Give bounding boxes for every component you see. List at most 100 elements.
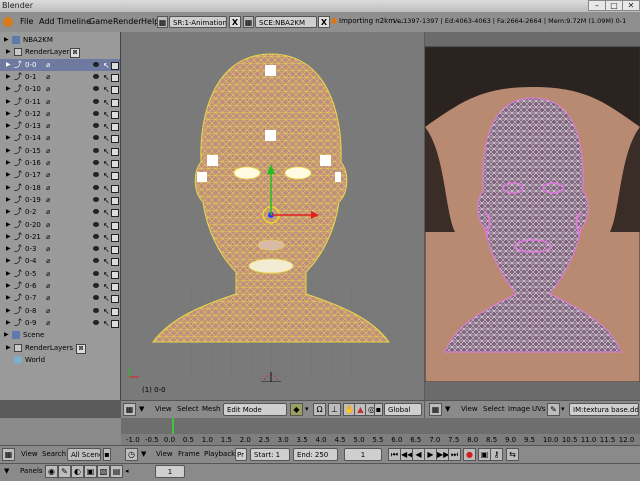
selectable-arrow-icon[interactable]: ↖ [103, 97, 110, 109]
mesh-data-icon[interactable]: ⌀ [46, 169, 50, 181]
mesh-data-icon[interactable]: ⌀ [46, 305, 50, 317]
visibility-eye-icon[interactable] [93, 73, 99, 79]
expand-triangle-icon[interactable]: ▶ [6, 280, 11, 292]
outliner-search-menu[interactable]: Search [42, 450, 66, 458]
mesh-data-icon[interactable]: ⌀ [46, 317, 50, 329]
outliner-object-row[interactable]: ▶ ⤴ 0-2 ⌀ ↖ [0, 206, 120, 218]
selectable-arrow-icon[interactable]: ↖ [103, 244, 110, 256]
scene-delete-button[interactable]: X [318, 16, 330, 28]
render-layer-toggle-icon[interactable]: ⊠ [76, 343, 86, 354]
selectable-arrow-icon[interactable]: ↖ [103, 269, 110, 281]
mesh-data-icon[interactable]: ⌀ [46, 182, 50, 194]
scene-browse-icon[interactable]: ▦ [243, 16, 254, 28]
selectable-arrow-icon[interactable]: ↖ [103, 84, 110, 96]
selectable-arrow-icon[interactable]: ↖ [103, 72, 110, 84]
expand-triangle-icon[interactable]: ▶ [6, 59, 11, 71]
expand-triangle-icon[interactable]: ▶ [6, 255, 11, 267]
renderable-camera-icon[interactable] [111, 295, 119, 304]
visibility-eye-icon[interactable] [93, 184, 99, 190]
outliner-restrict-icon[interactable]: ▪ [103, 448, 111, 461]
timeline-type-icon[interactable]: ◷ [125, 448, 138, 461]
outliner-render-layers[interactable]: ▶ RenderLayers ⊠ [0, 46, 120, 59]
buttons-collapse-icon[interactable]: ▼ [4, 467, 9, 475]
visibility-eye-icon[interactable] [93, 270, 99, 276]
menu-timeline[interactable]: Timeline [57, 17, 91, 26]
mesh-data-icon[interactable]: ⌀ [46, 132, 50, 144]
uv-image-editor[interactable] [425, 32, 640, 400]
panels-menu[interactable]: Panels [20, 467, 43, 475]
image-name-field[interactable]: IM:textura base.dds [569, 403, 639, 416]
selectable-arrow-icon[interactable]: ↖ [103, 306, 110, 318]
current-frame-marker[interactable] [172, 418, 174, 434]
renderable-camera-icon[interactable] [111, 135, 119, 144]
expand-triangle-icon[interactable]: ▶ [6, 268, 11, 280]
jump-end-icon[interactable]: ⏭ [448, 448, 461, 461]
buttons-frame-field[interactable]: 1 [155, 465, 185, 478]
mesh-data-icon[interactable]: ⌀ [46, 292, 50, 304]
renderable-camera-icon[interactable] [111, 270, 119, 279]
mesh-data-icon[interactable]: ⌀ [46, 83, 50, 95]
visibility-eye-icon[interactable] [93, 307, 99, 313]
visibility-eye-icon[interactable] [93, 123, 99, 129]
expand-triangle-icon[interactable]: ▶ [6, 317, 11, 329]
expand-triangle-icon[interactable]: ▶ [6, 182, 11, 194]
outliner-object-row[interactable]: ▶ ⤴ 0-5 ⌀ ↖ [0, 268, 120, 280]
mode-select[interactable]: Edit Mode [223, 403, 287, 416]
view-menu[interactable]: View [155, 405, 172, 413]
renderable-camera-icon[interactable] [111, 86, 119, 95]
3d-viewport[interactable]: (1) 0-0 [121, 32, 424, 400]
renderable-camera-icon[interactable] [111, 258, 119, 267]
preview-range-toggle[interactable]: Pr [235, 448, 247, 461]
outliner-object-row[interactable]: ▶ ⤴ 0-12 ⌀ ↖ [0, 108, 120, 120]
manip-scale-icon[interactable]: ▪ [374, 403, 383, 416]
end-frame-field[interactable]: End: 250 [293, 448, 338, 461]
select-menu[interactable]: Select [177, 405, 199, 413]
visibility-eye-icon[interactable] [93, 172, 99, 178]
object-context-icon[interactable]: ▣ [84, 465, 97, 478]
outliner-object-row[interactable]: ▶ ⤴ 0-13 ⌀ ↖ [0, 120, 120, 132]
visibility-eye-icon[interactable] [93, 283, 99, 288]
renderable-camera-icon[interactable] [111, 307, 119, 316]
mesh-data-icon[interactable]: ⌀ [46, 194, 50, 206]
mesh-data-icon[interactable]: ⌀ [46, 280, 50, 292]
renderable-camera-icon[interactable] [111, 233, 119, 242]
mesh-data-icon[interactable]: ⌀ [46, 145, 50, 157]
expand-triangle-icon[interactable]: ▶ [6, 292, 11, 304]
renderable-camera-icon[interactable] [111, 319, 119, 328]
renderable-camera-icon[interactable] [111, 110, 119, 119]
outliner-world[interactable]: World [0, 354, 120, 366]
mesh-data-icon[interactable]: ⌀ [46, 71, 50, 83]
renderable-camera-icon[interactable] [111, 61, 119, 70]
mesh-menu[interactable]: Mesh [202, 405, 220, 413]
selectable-arrow-icon[interactable]: ↖ [103, 293, 110, 305]
scene-field[interactable]: SCE:NBA2KM [255, 16, 317, 28]
selectable-arrow-icon[interactable]: ↖ [103, 121, 110, 133]
visibility-eye-icon[interactable] [93, 246, 99, 252]
expand-triangle-icon[interactable]: ▶ [6, 231, 11, 243]
mesh-data-icon[interactable]: ⌀ [46, 243, 50, 255]
renderable-camera-icon[interactable] [111, 98, 119, 107]
mesh-data-icon[interactable]: ⌀ [46, 108, 50, 120]
uv-image-menu[interactable]: Image [508, 405, 530, 413]
outliner-object-row[interactable]: ▶ ⤴ 0-20 ⌀ ↖ [0, 219, 120, 231]
outliner-object-row[interactable]: ▶ ⤴ 0-14 ⌀ ↖ [0, 132, 120, 144]
timeline-collapse-icon[interactable]: ▼ [141, 450, 146, 458]
expand-triangle-icon[interactable]: ▶ [6, 132, 11, 144]
visibility-eye-icon[interactable] [93, 160, 99, 165]
renderable-camera-icon[interactable] [111, 184, 119, 193]
selectable-arrow-icon[interactable]: ↖ [103, 207, 110, 219]
outliner-scene-render-layers[interactable]: ▶ RenderLayers ⊠ [0, 342, 120, 354]
outliner-panel[interactable]: ▶ NBA2KM ▶ RenderLayers ⊠ ▶ ⤴ 0-0 ⌀ ↖ ▶ ⤴ 0-1 ⌀ ↖ ▶ ⤴ 0-1… [0, 32, 121, 400]
uv-view-menu[interactable]: View [461, 405, 478, 413]
renderable-camera-icon[interactable] [111, 73, 119, 82]
expand-triangle-icon[interactable]: ▶ [4, 34, 9, 46]
outliner-filter-select[interactable]: All Scenes [67, 448, 101, 461]
mesh-data-icon[interactable]: ⌀ [46, 268, 50, 280]
renderable-camera-icon[interactable] [111, 221, 119, 230]
selectable-arrow-icon[interactable]: ↖ [103, 60, 110, 72]
logic-context-icon[interactable]: ◉ [45, 465, 58, 478]
uv-uvs-menu[interactable]: UVs [532, 405, 546, 413]
expand-triangle-icon[interactable]: ▶ [6, 219, 11, 231]
visibility-eye-icon[interactable] [93, 86, 99, 92]
selectable-arrow-icon[interactable]: ↖ [103, 195, 110, 207]
